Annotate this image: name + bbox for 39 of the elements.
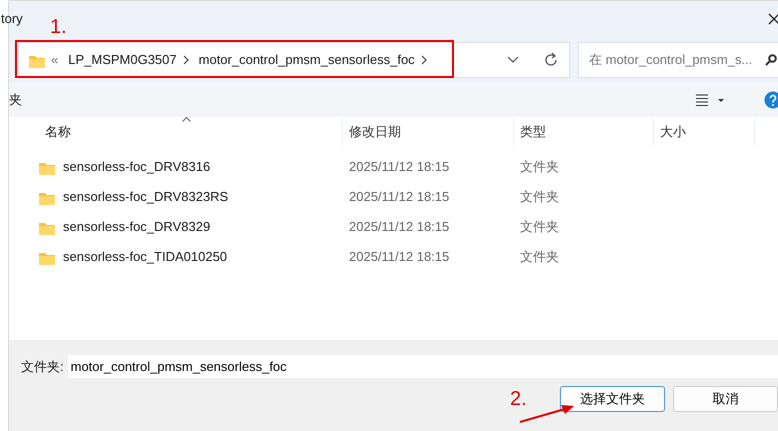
- annotation-arrow: [519, 403, 575, 423]
- column-header[interactable]: 类型: [514, 118, 654, 146]
- search-field[interactable]: 在 motor_control_pmsm_s...: [578, 42, 778, 78]
- file-type: 文件夹: [519, 158, 560, 176]
- modified-date: 2025/11/12 18:15: [348, 218, 450, 236]
- step-number: 2.: [510, 387, 527, 412]
- window-title: tory: [1, 10, 23, 28]
- chevron-icon[interactable]: [420, 55, 427, 65]
- folder-field-label: 文件夹:: [21, 358, 64, 376]
- step-number: 1.: [50, 15, 67, 40]
- file-name[interactable]: sensorless-foc_DRV8323RS: [63, 187, 228, 207]
- folder-name-field[interactable]: motor_control_pmsm_sensorless_foc: [68, 355, 778, 378]
- column-header[interactable]: 大小: [654, 118, 755, 146]
- view-options-icon[interactable]: [696, 94, 724, 106]
- file-name[interactable]: sensorless-foc_DRV8329: [63, 217, 210, 237]
- chevron-icon[interactable]: [182, 55, 189, 65]
- address-bar[interactable]: « LP_MSPM0G3507 motor_control_pmsm_sensorless_foc: [18, 42, 570, 78]
- modified-date: 2025/11/12 18:15: [348, 188, 450, 206]
- file-type: 文件夹: [519, 248, 560, 266]
- modified-date: 2025/11/12 18:15: [348, 158, 450, 176]
- file-name[interactable]: sensorless-foc_DRV8316: [63, 157, 210, 177]
- column-header[interactable]: 修改日期: [343, 118, 514, 146]
- file-type: 文件夹: [519, 188, 560, 206]
- toolbar-label[interactable]: 夹: [9, 90, 22, 110]
- close-icon[interactable]: [768, 13, 778, 25]
- column-header[interactable]: 名称: [39, 118, 343, 146]
- dropdown-icon[interactable]: [507, 56, 519, 64]
- search-icon[interactable]: [765, 54, 777, 66]
- search-input[interactable]: 在 motor_control_pmsm_s...: [587, 49, 765, 71]
- refresh-icon[interactable]: [543, 52, 559, 68]
- file-name[interactable]: sensorless-foc_TIDA010250: [63, 247, 228, 267]
- modified-date: 2025/11/12 18:15: [348, 248, 450, 266]
- cancel-button[interactable]: 取消: [673, 386, 778, 412]
- help-icon[interactable]: [764, 91, 778, 109]
- file-type: 文件夹: [519, 218, 560, 236]
- breadcrumb-segment[interactable]: LP_MSPM0G3507: [68, 50, 177, 70]
- select-folder-button[interactable]: 选择文件夹: [560, 386, 665, 412]
- breadcrumb-segment[interactable]: motor_control_pmsm_sensorless_foc: [198, 50, 415, 70]
- overflow-marker[interactable]: «: [51, 50, 58, 70]
